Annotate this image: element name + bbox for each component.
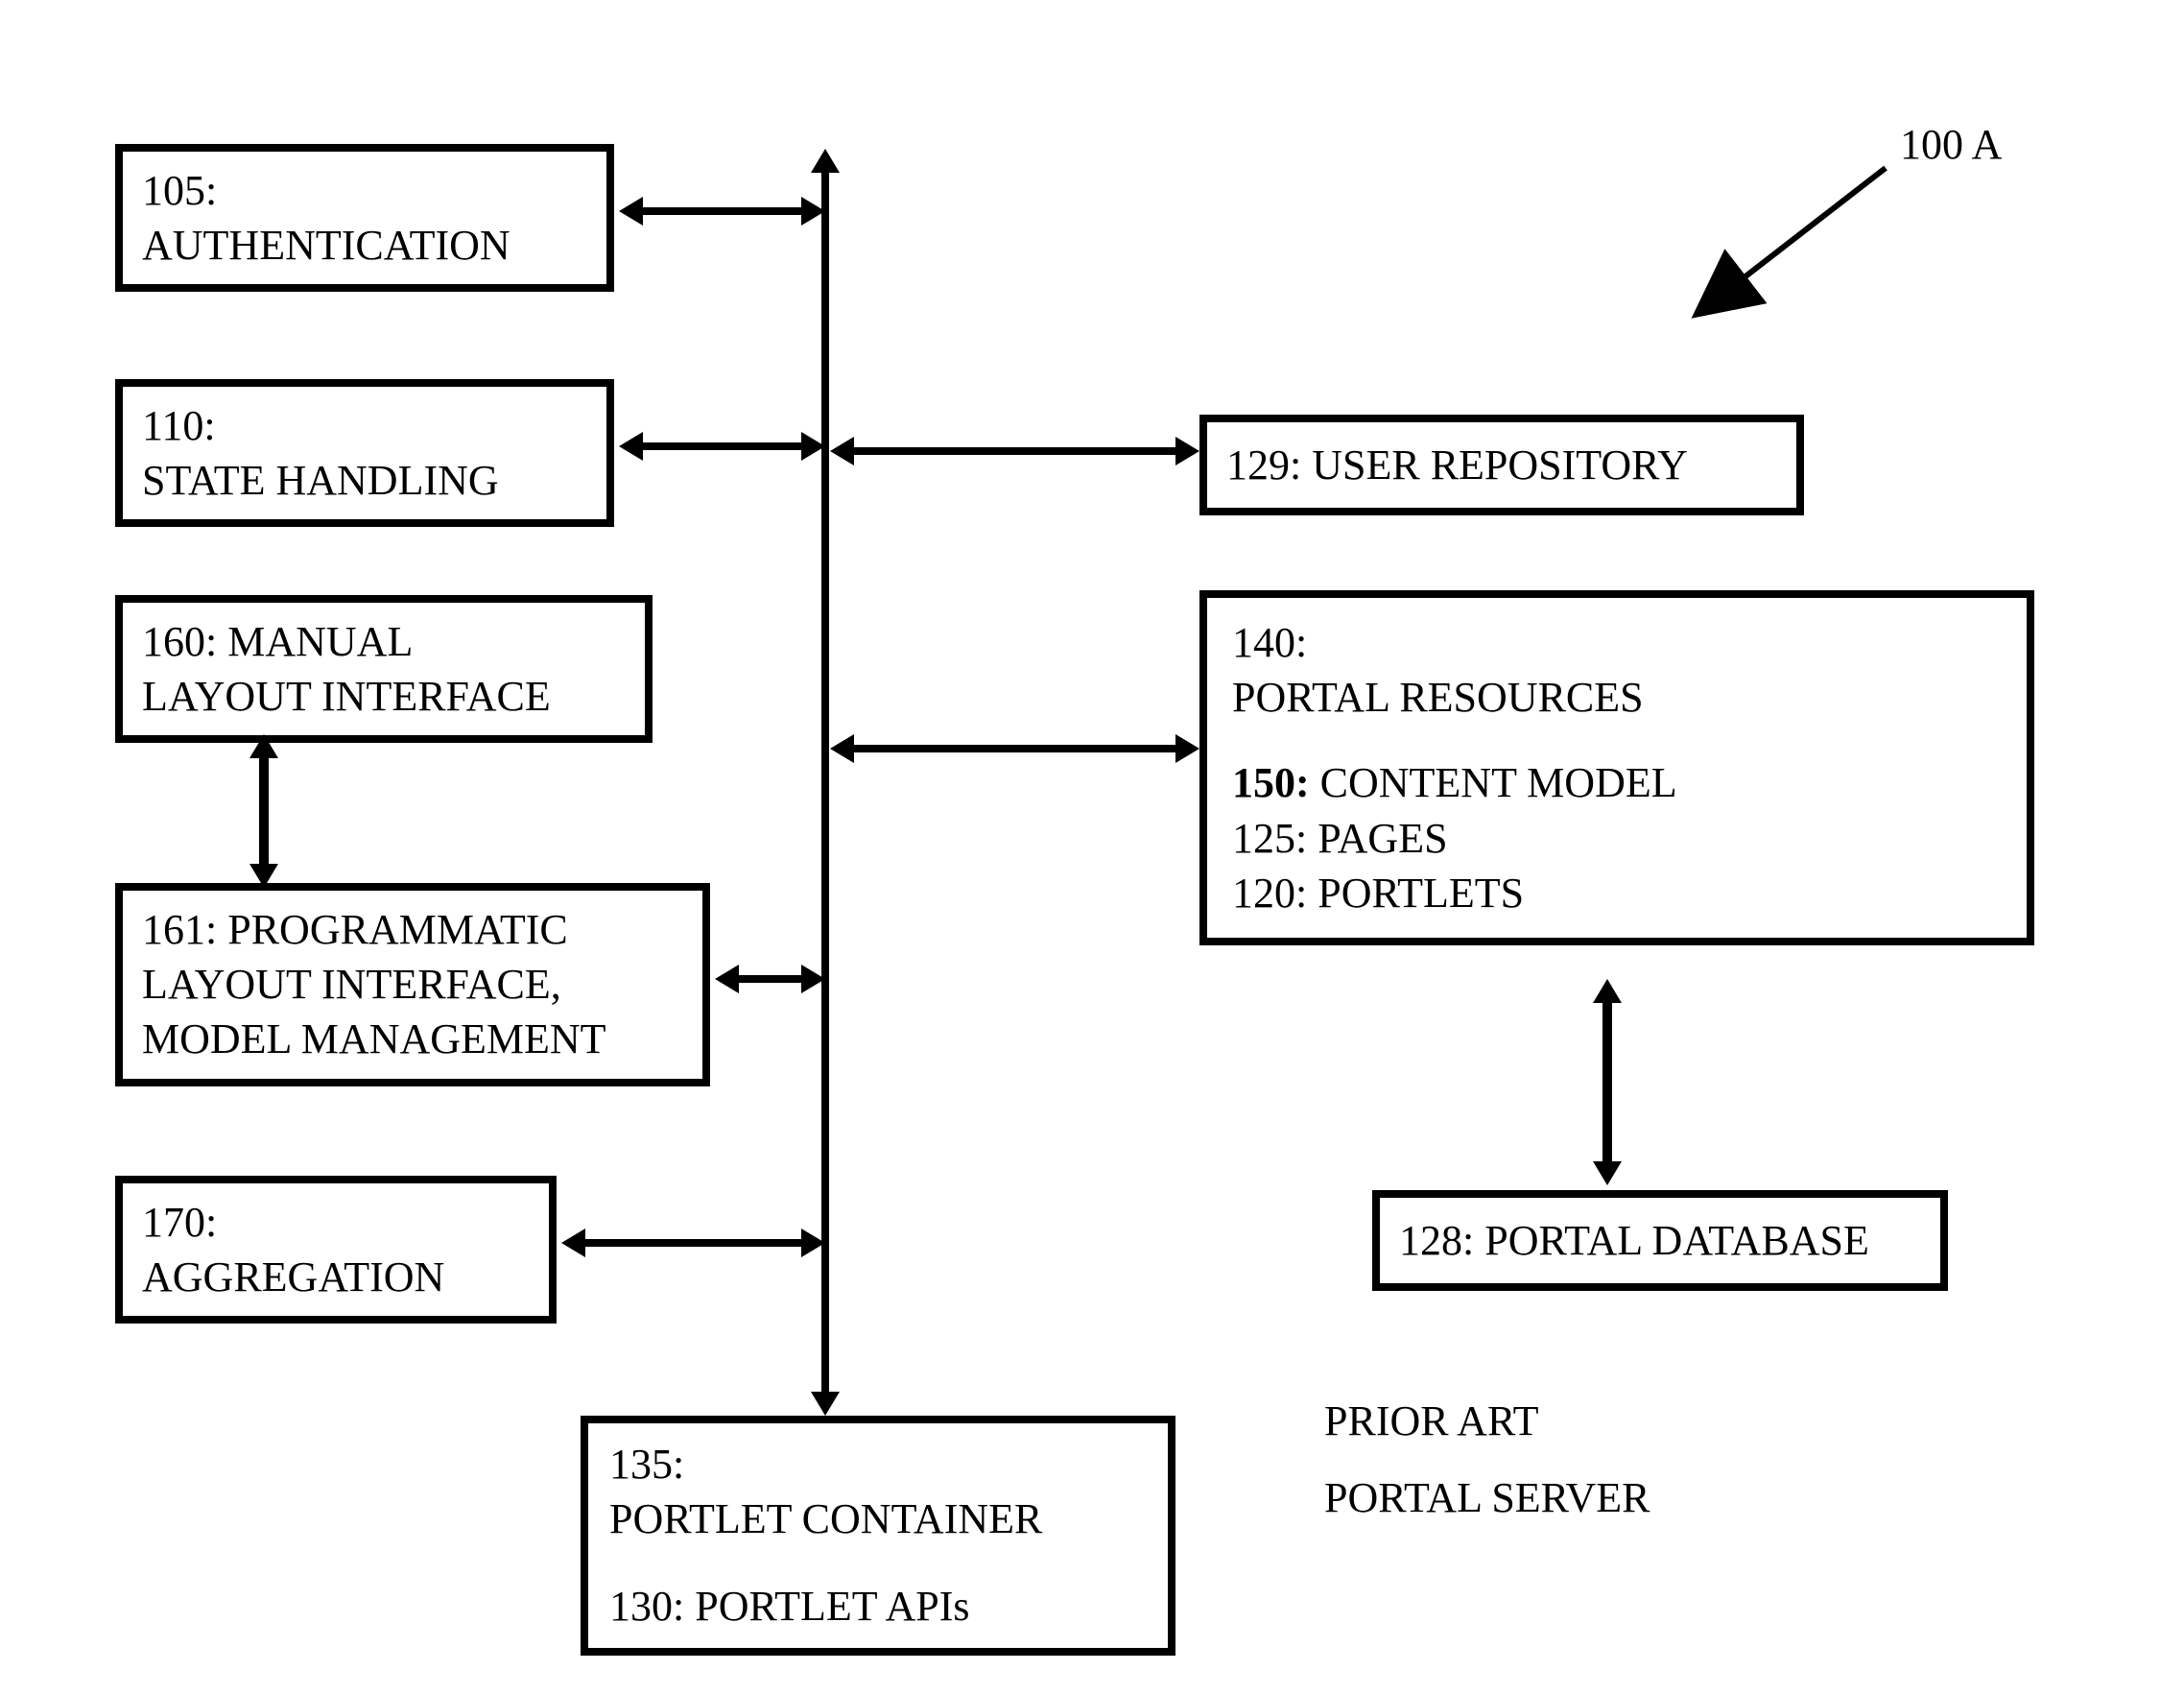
box-state-handling: 110: STATE HANDLING <box>115 379 614 527</box>
box-portal-resources: 140: PORTAL RESOURCES 150: CONTENT MODEL… <box>1199 590 2034 945</box>
connector-140-128 <box>1588 974 1626 1190</box>
box-portlet-container: 135: PORTLET CONTAINER 130: PORTLET APIs <box>581 1416 1175 1656</box>
portal-server-label: PORTAL SERVER <box>1324 1468 1650 1528</box>
prior-art-label: PRIOR ART <box>1324 1392 1539 1451</box>
connector-140 <box>825 729 1209 768</box>
box-portal-database: 128: PORTAL DATABASE <box>1372 1190 1948 1291</box>
box-105-text: AUTHENTICATION <box>142 218 587 273</box>
box-programmatic-layout: 161: PROGRAMMATIC LAYOUT INTERFACE, MODE… <box>115 883 710 1086</box>
box-129-text: 129: USER REPOSITORY <box>1226 438 1777 492</box>
box-161-text2: MODEL MANAGEMENT <box>142 1012 683 1066</box>
box-user-repository: 129: USER REPOSITORY <box>1199 415 1804 515</box>
box-authentication: 105: AUTHENTICATION <box>115 144 614 292</box>
connector-170 <box>557 1224 830 1262</box>
connector-160-161 <box>245 729 283 893</box>
box-160-text: LAYOUT INTERFACE <box>142 669 626 724</box>
box-110-num: 110: <box>142 398 587 453</box>
box-161-text1: LAYOUT INTERFACE, <box>142 957 683 1012</box>
box-135-num: 135: <box>609 1437 1147 1491</box>
box-140-line1: 150: CONTENT MODEL <box>1232 755 2002 810</box>
box-161-num: 161: PROGRAMMATIC <box>142 902 683 957</box>
box-manual-layout: 160: MANUAL LAYOUT INTERFACE <box>115 595 653 743</box>
box-110-text: STATE HANDLING <box>142 453 587 508</box>
box-170-num: 170: <box>142 1195 530 1250</box>
box-128-text: 128: PORTAL DATABASE <box>1399 1213 1921 1268</box>
box-aggregation: 170: AGGREGATION <box>115 1176 557 1324</box>
box-140-line3: 120: PORTLETS <box>1232 866 2002 920</box>
connector-110 <box>614 427 830 465</box>
connector-129 <box>825 432 1209 470</box>
connector-161 <box>710 960 830 998</box>
box-140-num: 140: <box>1232 615 2002 670</box>
box-140-line2: 125: PAGES <box>1232 811 2002 866</box>
figure-id-label: 100 A <box>1900 115 2002 175</box>
box-135-text1: PORTLET CONTAINER <box>609 1491 1147 1546</box>
box-105-num: 105: <box>142 163 587 218</box>
box-160-num: 160: MANUAL <box>142 614 626 669</box>
box-135-text2: 130: PORTLET APIs <box>609 1579 1147 1634</box>
box-140-title: PORTAL RESOURCES <box>1232 670 2002 725</box>
box-170-text: AGGREGATION <box>142 1250 530 1304</box>
connector-105 <box>614 192 830 230</box>
figure-pointer-arrow <box>1718 168 1910 312</box>
